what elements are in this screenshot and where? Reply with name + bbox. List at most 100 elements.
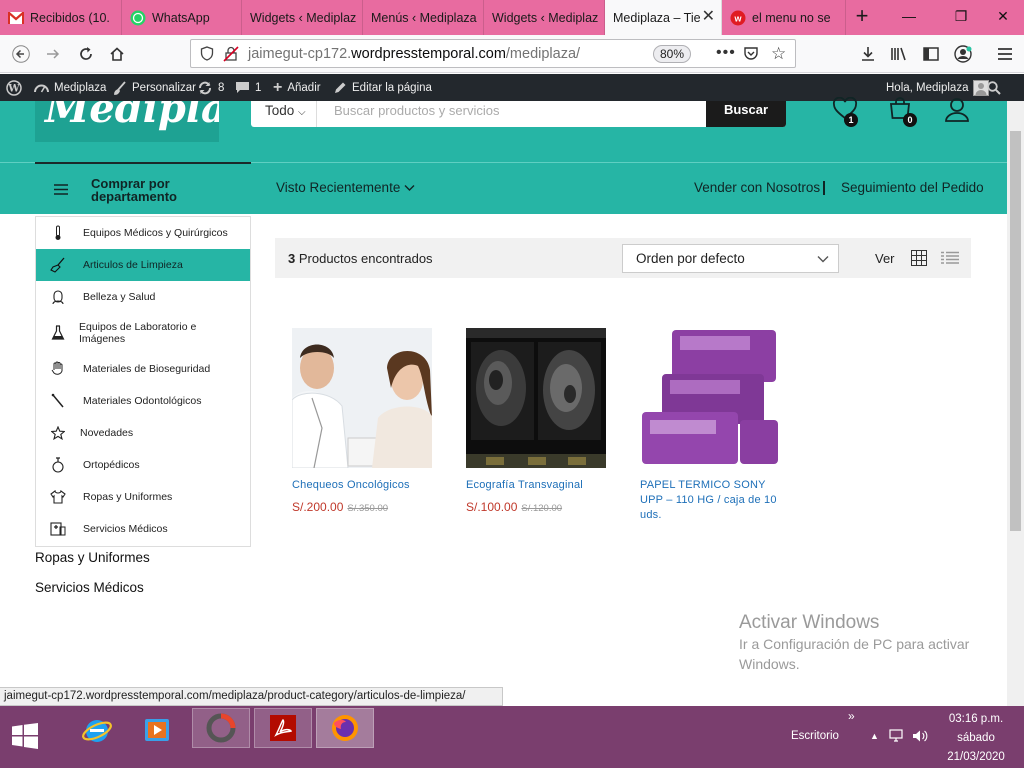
dept-odontologicos[interactable]: Materiales Odontológicos [36, 385, 250, 417]
product-image-chequeos[interactable] [292, 328, 432, 468]
updates-icon [199, 81, 211, 94]
close-window-button[interactable]: ✕ [982, 0, 1024, 35]
site-logo[interactable]: Mediplaza [35, 101, 219, 142]
dept-bioseguridad[interactable]: Materiales de Bioseguridad [36, 353, 250, 385]
admin-edit-page-link[interactable]: Editar la página [334, 74, 432, 101]
bookmark-star-icon[interactable]: ☆ [771, 44, 786, 64]
chevron-down-icon [817, 245, 829, 272]
pocket-icon[interactable] [743, 45, 759, 64]
scrollbar-thumb[interactable] [1010, 131, 1021, 531]
tray-up-arrow-icon[interactable]: ▲ [870, 731, 879, 741]
search-category-select[interactable]: Todo ⌵ [251, 101, 317, 127]
show-hidden-icons-chevron[interactable]: » [848, 709, 855, 723]
dept-equipos-laboratorio[interactable]: Equipos de Laboratorio e Imágenes [36, 313, 250, 353]
volume-icon[interactable] [912, 729, 928, 746]
tab-menus[interactable]: Menús ‹ Mediplaza [363, 0, 484, 35]
grid-view-icon[interactable] [911, 250, 927, 269]
sidebar-link-ropas[interactable]: Ropas y Uniformes [35, 550, 150, 565]
old-price: S/.350.00 [347, 503, 389, 514]
sidebar-toggle-button[interactable] [918, 41, 944, 67]
dept-novedades[interactable]: Novedades [36, 417, 250, 449]
back-arrow-icon [12, 45, 30, 63]
admin-search-icon[interactable] [987, 74, 1001, 101]
tab-gmail[interactable]: Recibidos (10. [0, 0, 122, 35]
cart-count-badge: 0 [903, 113, 917, 127]
close-tab-icon[interactable]: ✕ [702, 9, 715, 25]
start-button[interactable] [12, 723, 38, 752]
dept-equipos-medicos[interactable]: Equipos Médicos y Quirúrgicos [36, 217, 250, 249]
dept-ropas-uniformes[interactable]: Ropas y Uniformes [36, 481, 250, 513]
search-input[interactable]: Buscar productos y servicios [334, 103, 499, 118]
whatsapp-icon [130, 10, 146, 26]
network-icon[interactable] [889, 729, 905, 746]
departments-toggle[interactable]: Comprar por departamento [35, 162, 251, 214]
menu-button[interactable] [992, 41, 1018, 67]
insecure-lock-icon[interactable] [223, 46, 239, 65]
product-title-ecografia[interactable]: Ecografía Transvaginal [466, 478, 608, 493]
wishlist-button[interactable]: 1 [832, 96, 862, 127]
tab-widgets-1[interactable]: Widgets ‹ Mediplaz [242, 0, 363, 35]
downloads-button[interactable] [855, 41, 881, 67]
admin-add-new-link[interactable]: + Añadir [273, 74, 321, 101]
search-form: Todo ⌵ Buscar productos y servicios Busc… [251, 101, 786, 127]
tab-widgets-2[interactable]: Widgets ‹ Mediplaz [484, 0, 605, 35]
wp-admin-bar: W Mediplaza Personalizar 8 1 + Añadir Ed… [0, 74, 1024, 101]
admin-comments-link[interactable]: 1 [235, 74, 261, 101]
account-header-button[interactable] [944, 97, 974, 127]
dept-servicios-medicos[interactable]: Servicios Médicos [36, 513, 250, 545]
taskbar-media-player[interactable] [128, 712, 186, 748]
account-button[interactable] [950, 41, 976, 67]
url-text[interactable]: jaimegut-cp172.wordpresstemporal.com/med… [248, 46, 580, 62]
product-image-papel-termico[interactable] [640, 328, 780, 468]
recently-viewed-menu[interactable]: Visto Recientemente [276, 180, 415, 195]
restore-button[interactable]: ❐ [938, 0, 984, 35]
admin-customize-link[interactable]: Personalizar [113, 74, 196, 101]
dept-articulos-limpieza[interactable]: Articulos de Limpieza [36, 249, 250, 281]
results-count: 3 Productos encontrados [288, 251, 433, 266]
page-scrollbar[interactable] [1007, 101, 1024, 707]
sort-select[interactable]: Orden por defecto [622, 244, 839, 273]
url-bar[interactable]: jaimegut-cp172.wordpresstemporal.com/med… [190, 39, 796, 68]
dept-ortopedicos[interactable]: Ortopédicos [36, 449, 250, 481]
tab-label: Widgets ‹ Mediplaz [250, 10, 357, 25]
new-tab-button[interactable]: + [850, 5, 874, 29]
order-tracking-link[interactable]: Seguimiento del Pedido [841, 180, 984, 195]
product-image-ecografia[interactable] [466, 328, 606, 468]
dept-belleza-salud[interactable]: Belleza y Salud [36, 281, 250, 313]
tab-el-menu[interactable]: w el menu no se [722, 0, 846, 35]
sell-with-us-link[interactable]: Vender con Nosotros [694, 180, 820, 195]
wordpress-logo-icon[interactable]: W [6, 74, 22, 101]
home-button[interactable] [104, 41, 130, 67]
w-icon: w [730, 10, 746, 26]
forward-button[interactable] [40, 41, 66, 67]
taskbar-app-1[interactable] [192, 708, 250, 748]
list-view-icon[interactable] [941, 251, 959, 268]
reload-button[interactable] [73, 41, 99, 67]
face-icon [50, 289, 66, 305]
back-button[interactable] [8, 41, 34, 67]
library-button[interactable] [886, 41, 912, 67]
admin-updates-link[interactable]: 8 [197, 74, 224, 101]
zoom-indicator[interactable]: 80% [653, 45, 691, 63]
sidebar-link-servicios[interactable]: Servicios Médicos [35, 580, 144, 595]
plus-icon: + [273, 78, 283, 96]
product-title-chequeos[interactable]: Chequeos Oncológicos [292, 478, 434, 493]
chevron-down-icon [404, 185, 415, 191]
cart-button[interactable]: 0 [887, 97, 917, 127]
wishlist-count-badge: 1 [844, 113, 858, 127]
taskbar-internet-explorer[interactable] [68, 712, 126, 748]
search-button[interactable]: Buscar [706, 101, 786, 127]
admin-site-link[interactable]: Mediplaza [34, 74, 106, 101]
old-price: S/.120.00 [521, 503, 563, 514]
taskbar-firefox[interactable] [316, 708, 374, 748]
page-actions-icon[interactable]: ••• [716, 44, 736, 62]
clock[interactable]: 03:16 p.m. sábado 21/03/2020 [944, 710, 1008, 767]
taskbar-acrobat[interactable] [254, 708, 312, 748]
product-title-papel-termico[interactable]: PAPEL TERMICO SONY UPP – 110 HG / caja d… [640, 478, 782, 523]
desktop-toolbar-label[interactable]: Escritorio [791, 730, 839, 742]
tab-whatsapp[interactable]: WhatsApp [122, 0, 242, 35]
shield-icon[interactable] [200, 46, 214, 64]
hamburger-icon [998, 48, 1012, 60]
minimize-button[interactable]: — [886, 0, 932, 35]
tab-mediplaza-active[interactable]: Mediplaza – Tie ✕ [605, 0, 722, 35]
